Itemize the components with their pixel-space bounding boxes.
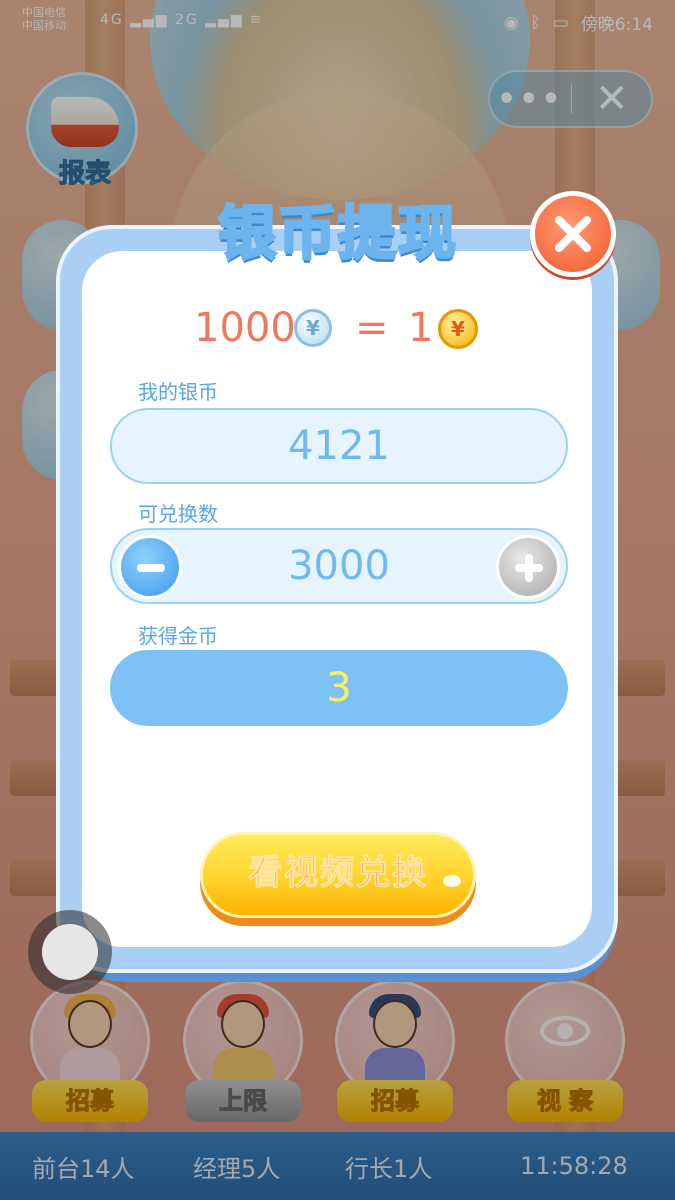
dialog-close-button[interactable] (530, 191, 616, 277)
decrease-button[interactable] (118, 535, 182, 599)
gold-gained-field: 3 (110, 650, 568, 726)
floating-assistive-ball[interactable] (28, 910, 112, 994)
watch-video-exchange-label: 看视频兑换 (248, 853, 428, 894)
my-silver-field: 4121 (110, 408, 568, 484)
rate-gold-amount: 1 (408, 305, 434, 351)
rate-silver-amount: 1000 (194, 305, 296, 351)
button-shine (443, 875, 461, 887)
gold-coin-icon: ¥ (438, 309, 478, 349)
my-silver-label: 我的银币 (138, 380, 218, 404)
gold-gained-label: 获得金币 (138, 624, 218, 648)
gold-gained-value: 3 (326, 665, 352, 711)
minus-icon (137, 564, 165, 572)
my-silver-value: 4121 (288, 423, 390, 469)
close-icon (555, 216, 591, 252)
silver-coin-icon: ¥ (294, 309, 332, 347)
dialog-title: 银币提现 (216, 198, 458, 269)
exchange-rate: 1000 ¥ = 1 ¥ (190, 305, 490, 357)
increase-button[interactable] (496, 535, 560, 599)
exchange-amount-label: 可兑换数 (138, 502, 218, 526)
exchange-amount-stepper: 3000 (110, 528, 568, 604)
plus-icon (515, 554, 543, 582)
rate-equals: = (355, 305, 389, 351)
watch-video-exchange-button[interactable]: 看视频兑换 (200, 832, 476, 918)
